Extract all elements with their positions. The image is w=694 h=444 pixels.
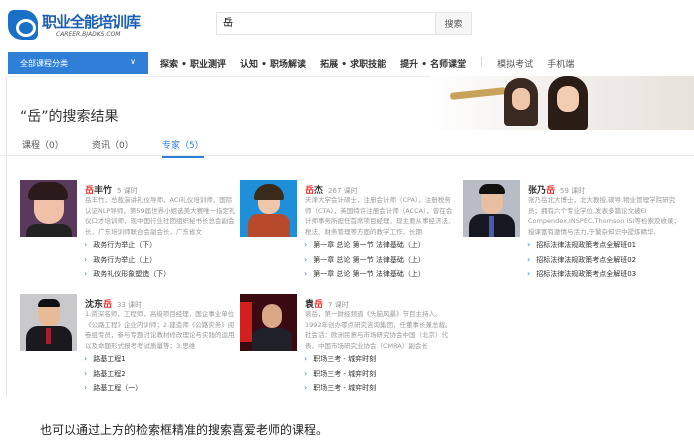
- course-link[interactable]: 职场三考 - 城弈时刻: [304, 369, 376, 384]
- tab-news[interactable]: 资讯（0）: [92, 138, 134, 151]
- course-link[interactable]: 政务礼仪形象塑造（下）: [84, 269, 170, 284]
- expert-hours: 5 课时: [117, 187, 138, 195]
- course-list: 路基工程1路基工程2路基工程（一）: [84, 354, 142, 398]
- course-link[interactable]: 政务行为举止（下）: [84, 240, 170, 255]
- expert-photo[interactable]: [240, 294, 297, 351]
- expert-hours: 7 课时: [328, 301, 349, 309]
- expert-description: 天津大学会计硕士，注册会计师（CPA），注册税务师（CTA），英国特许注册会计师…: [305, 196, 455, 236]
- expert-hours: 267 课时: [328, 187, 358, 195]
- search-input[interactable]: [223, 16, 433, 27]
- course-list: 第一章 总论 第一节 法律基础（上）第一章 总论 第一节 法律基础（上）第一章 …: [304, 240, 425, 284]
- logo-subtitle: CAREER.BJADKS.COM: [56, 31, 121, 38]
- expert-card: 岳丰竹 5 课时 岳丰竹，总裁演讲礼仪导师，ACI礼仪培训师，国际认证NLP导师，…: [20, 180, 240, 280]
- search-bar: 搜索: [216, 12, 472, 35]
- tab-experts[interactable]: 专家（5）: [162, 138, 204, 158]
- course-link[interactable]: 政务行为举止（上）: [84, 255, 170, 270]
- course-link[interactable]: 第一章 总论 第一节 法律基础（上）: [304, 269, 425, 284]
- nav-divider: |: [480, 57, 484, 67]
- expert-card: 岳杰 267 课时 天津大学会计硕士，注册会计师（CPA），注册税务师（CTA），…: [240, 180, 460, 280]
- banner-image: [430, 76, 694, 130]
- nav-item-explore[interactable]: 探索 • 职业测评: [160, 57, 226, 70]
- expert-photo[interactable]: [240, 180, 297, 237]
- logo-icon: [8, 10, 38, 40]
- category-label: 全部课程分类: [20, 59, 68, 68]
- course-link[interactable]: 路基工程2: [84, 369, 142, 384]
- course-link[interactable]: 路基工程1: [84, 354, 142, 369]
- expert-hours: 33 课时: [117, 301, 143, 309]
- nav-item-mobile[interactable]: 手机端: [547, 57, 574, 70]
- expert-description: 岳丰竹，总裁演讲礼仪导师，ACI礼仪培训师，国际认证NLP导师，第59届世界小姐…: [85, 196, 236, 236]
- expert-description: 1.资深名师，工程师，高级项目经理，国企事业单位《公路工程》企业内训师；2.建造…: [85, 310, 235, 350]
- expert-card: 张乃岳 59 课时 张乃岳北大博士，北大教授,硕导,物业管理学院研究员；拥有六个专…: [463, 180, 683, 280]
- course-link[interactable]: 第一章 总论 第一节 法律基础（上）: [304, 255, 425, 270]
- nav-item-improve[interactable]: 提升 • 名师课堂: [400, 57, 466, 70]
- page-title: “岳”的搜索结果: [20, 109, 119, 125]
- expert-card: 袁岳 7 课时 袁岳，第一财经频道《头脑风暴》节目主持人。1992年创办零点研究咨…: [240, 294, 460, 394]
- expert-card: 沈东岳 33 课时 1.资深名师，工程师，高级项目经理，国企事业单位《公路工程》企…: [20, 294, 240, 394]
- expert-hours: 59 课时: [560, 187, 586, 195]
- tab-courses[interactable]: 课程（0）: [22, 138, 64, 151]
- course-link[interactable]: 招标法律法规政策考点全解班03: [527, 269, 636, 284]
- course-list: 招标法律法规政策考点全解班01招标法律法规政策考点全解班02招标法律法规政策考点…: [527, 240, 636, 284]
- logo-title: 职业全能培训库: [42, 13, 141, 31]
- expert-photo[interactable]: [20, 180, 77, 237]
- course-list: 职场三考 - 城弈时刻职场三考 - 城弈时刻职场三考 - 城弈时刻: [304, 354, 376, 398]
- course-link[interactable]: 第一章 总论 第一节 法律基础（上）: [304, 240, 425, 255]
- course-link[interactable]: 职场三考 - 城弈时刻: [304, 383, 376, 398]
- course-link[interactable]: 招标法律法规政策考点全解班01: [527, 240, 636, 255]
- expert-photo[interactable]: [20, 294, 77, 351]
- expert-photo[interactable]: [463, 180, 520, 237]
- logo[interactable]: 职业全能培训库 CAREER.BJADKS.COM: [8, 8, 153, 42]
- nav-item-mock-exam[interactable]: 模拟考试: [497, 57, 533, 70]
- course-list: 政务行为举止（下）政务行为举止（上）政务礼仪形象塑造（下）: [84, 240, 170, 284]
- result-tabs: 课程（0） 资讯（0） 专家（5）: [0, 136, 694, 158]
- course-link[interactable]: 职场三考 - 城弈时刻: [304, 354, 376, 369]
- category-dropdown[interactable]: 全部课程分类 ∨: [8, 52, 148, 74]
- nav-item-expand[interactable]: 拓展 • 求职技能: [320, 57, 386, 70]
- course-link[interactable]: 招标法律法规政策考点全解班02: [527, 255, 636, 270]
- caption-text: 也可以通过上方的检索框精准的搜索喜爱老师的课程。: [40, 423, 329, 437]
- search-button[interactable]: 搜索: [435, 13, 471, 34]
- course-link[interactable]: 路基工程（一）: [84, 383, 142, 398]
- main-nav: 探索 • 职业测评 认知 • 职场解读 拓展 • 求职技能 提升 • 名师课堂 …: [160, 57, 574, 70]
- expert-description: 张乃岳北大博士，北大教授,硕导,物业管理学院研究员；拥有六个专业学位,发表多篇论…: [528, 196, 680, 236]
- nav-item-cognition[interactable]: 认知 • 职场解读: [240, 57, 306, 70]
- expert-description: 袁岳，第一财经频道《头脑风暴》节目主持人。1992年创办零点研究咨询集团，任董事…: [305, 310, 452, 350]
- chevron-down-icon: ∨: [130, 57, 136, 66]
